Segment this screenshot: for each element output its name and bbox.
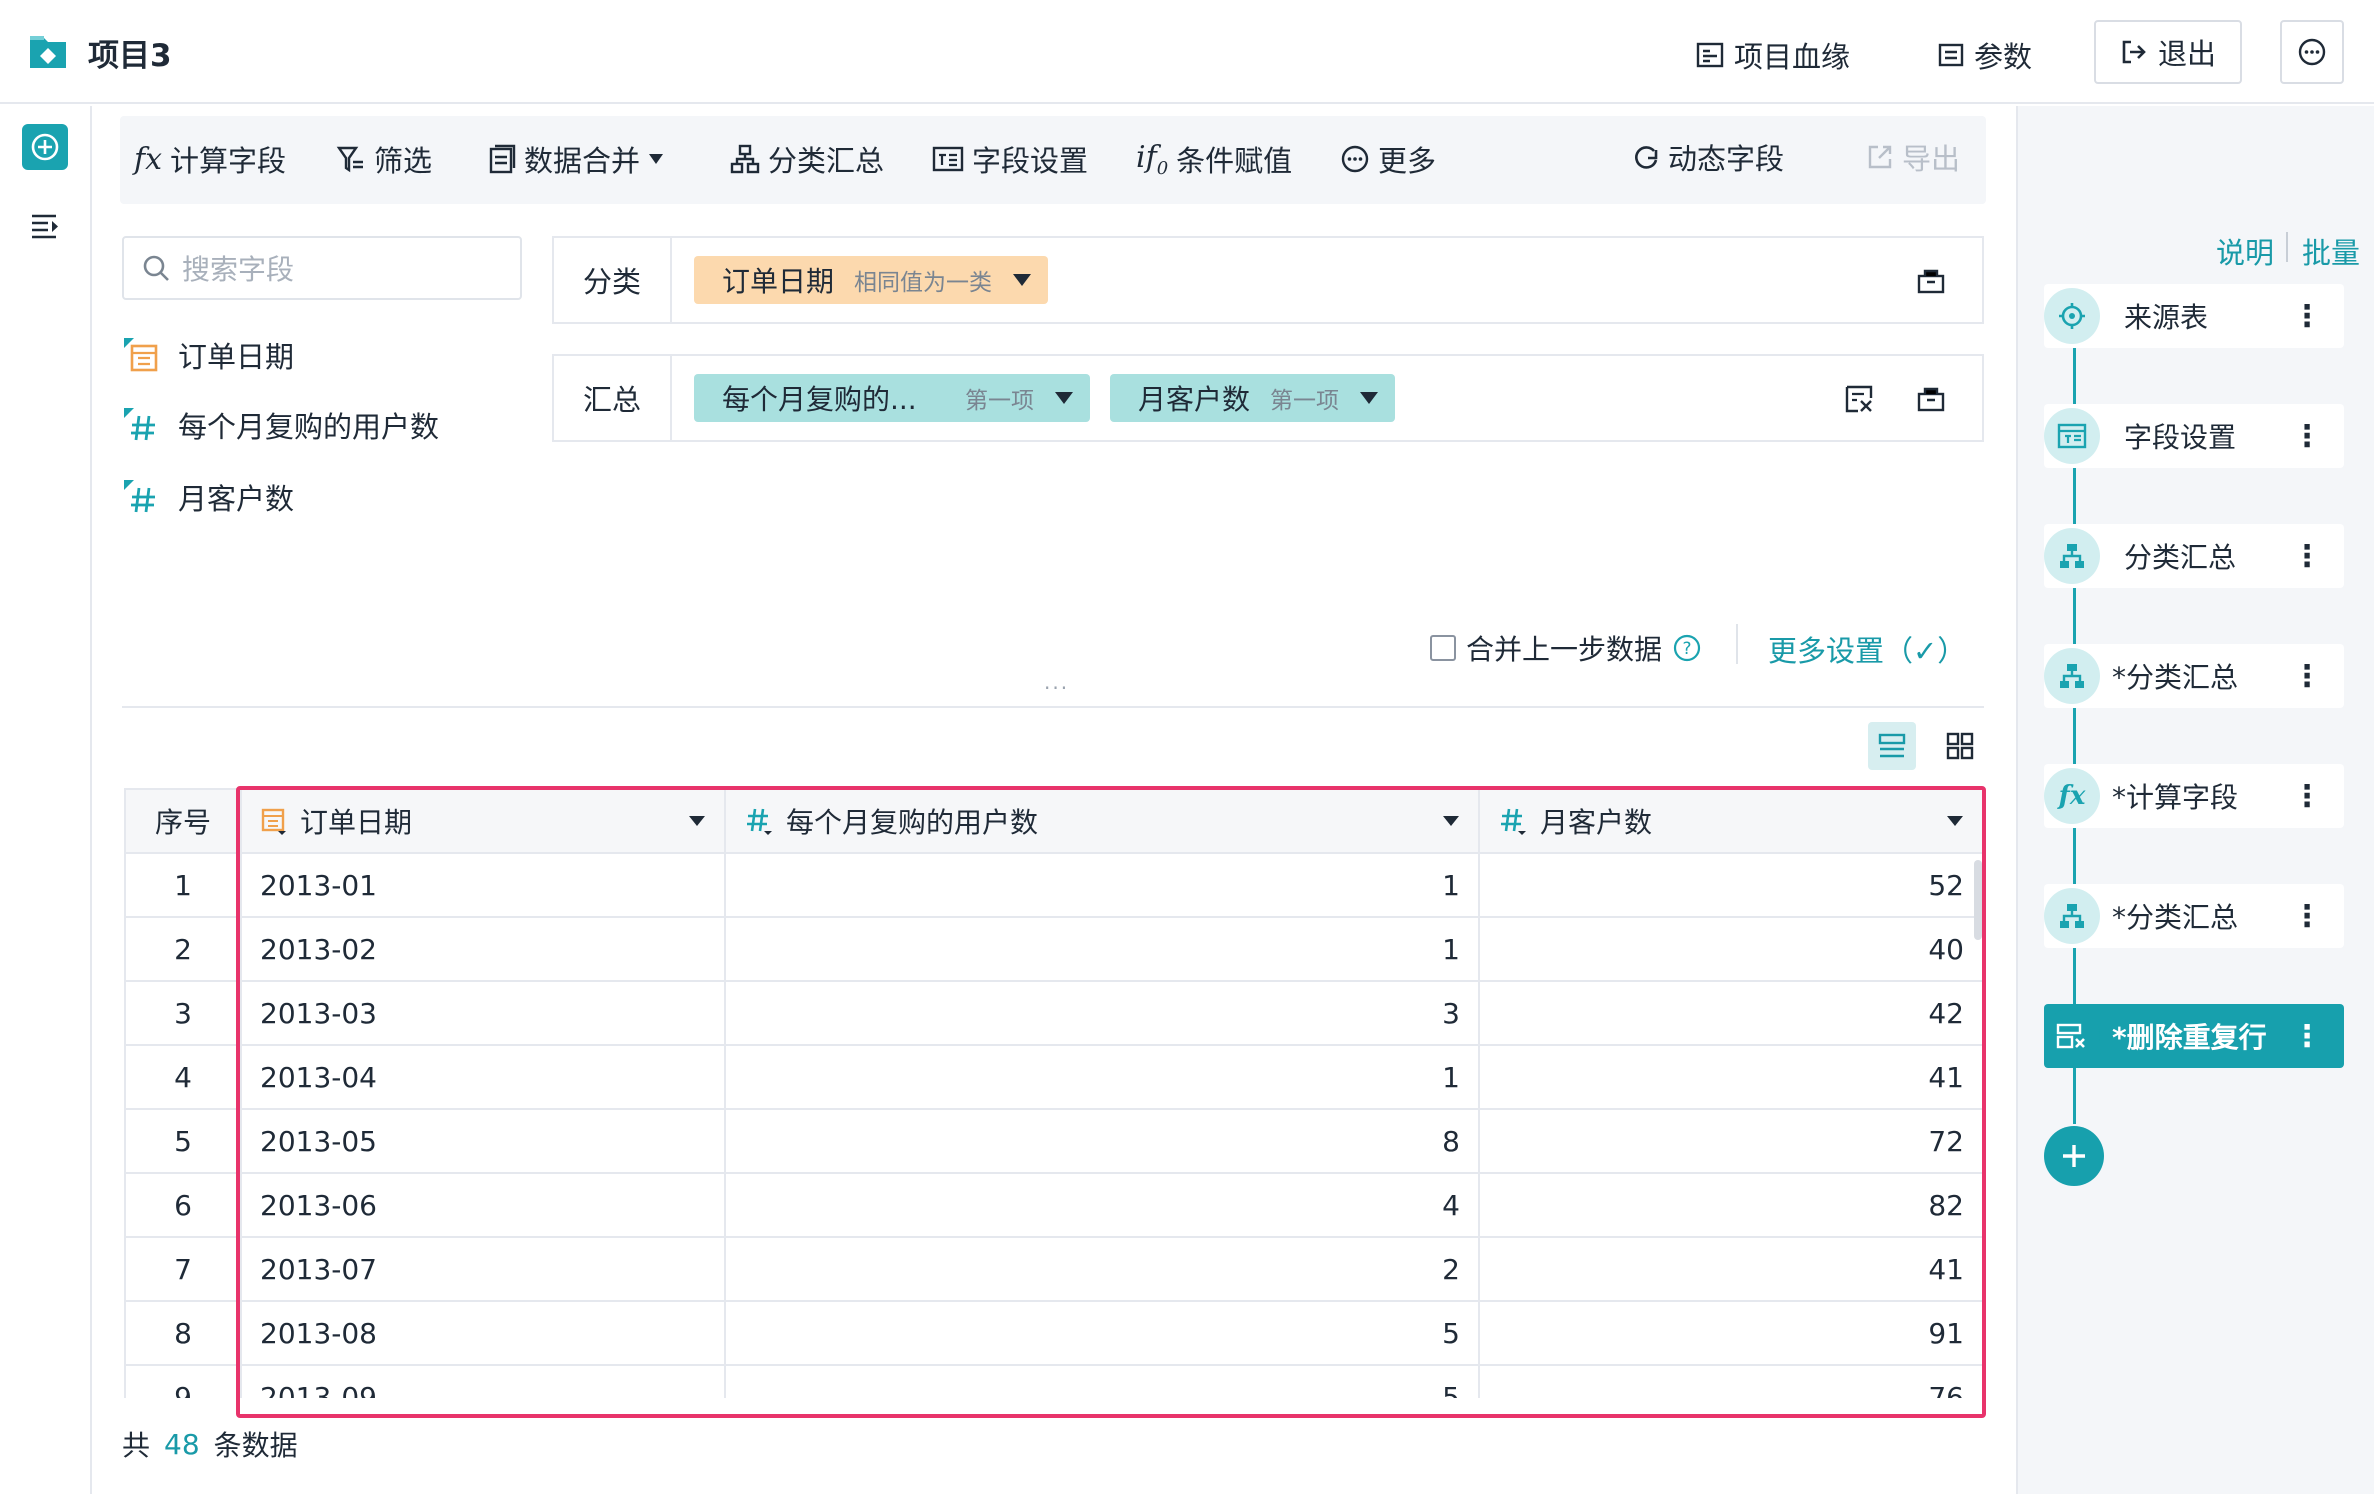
section-divider (122, 706, 1984, 708)
header-index: 序号 (124, 788, 242, 854)
lineage-button[interactable]: 项目血缘 (1696, 34, 1850, 76)
more-tools-button[interactable]: 更多 (1340, 138, 1436, 180)
caret-down-icon[interactable] (1359, 391, 1379, 405)
step-menu-icon[interactable]: ⋮ (2292, 299, 2322, 334)
field-search-input[interactable]: 搜索字段 (122, 236, 522, 300)
dynamic-field-button[interactable]: 动态字段 (1632, 136, 1784, 178)
number-field-icon (122, 478, 160, 516)
refresh-icon (1632, 142, 1660, 172)
summary-chip-monthly-customers[interactable]: 月客户数 第一项 (1110, 374, 1396, 422)
fx-icon: fx (134, 141, 163, 177)
group-chip-order-date[interactable]: 订单日期 相同值为一类 (694, 256, 1049, 304)
step-calc-field[interactable]: fx *计算字段 ⋮ (2044, 764, 2344, 828)
dedupe-icon (2044, 1008, 2100, 1064)
field-settings-icon (932, 145, 964, 173)
explain-link[interactable]: 说明 (2216, 230, 2274, 272)
export-icon (1866, 143, 1894, 171)
source-icon (2044, 288, 2100, 344)
resize-handle[interactable]: ··· (1044, 676, 1069, 700)
group-icon (2044, 528, 2100, 584)
number-field-icon (122, 406, 160, 444)
calc-field-button[interactable]: fx 计算字段 (134, 138, 286, 180)
outline-toggle-icon[interactable] (30, 212, 60, 240)
left-rail (0, 106, 92, 1494)
field-settings-button[interactable]: 字段设置 (932, 138, 1088, 180)
export-button[interactable]: 导出 (1866, 136, 1960, 178)
plus-icon (2060, 1142, 2088, 1170)
caret-down-icon[interactable] (1012, 273, 1032, 287)
project-title: 项目3 (88, 38, 172, 74)
summary-chip-repurchase[interactable]: 每个月复购的... 第一项 (694, 374, 1090, 422)
summary-settings-icon[interactable] (1844, 384, 1874, 414)
merge-data-button[interactable]: 数据合并 (488, 138, 664, 180)
summary-config-box: 汇总 每个月复购的... 第一项 月客户数 第一项 (552, 354, 1984, 442)
more-settings-link[interactable]: 更多设置（✓） (1768, 628, 1966, 670)
group-icon (2044, 648, 2100, 704)
steps-connector (2073, 1064, 2076, 1124)
conditional-assign-button[interactable]: if0 条件赋值 (1136, 138, 1292, 180)
help-icon[interactable]: ? (1672, 633, 1702, 663)
step-menu-icon[interactable]: ⋮ (2292, 1019, 2322, 1054)
lineage-icon (1696, 41, 1724, 69)
app-logo-icon (26, 32, 70, 72)
hierarchy-icon (730, 144, 760, 174)
list-view-toggle[interactable] (1868, 722, 1916, 770)
highlight-frame (236, 786, 1986, 1418)
row-count: 共 48 条数据 (122, 1427, 298, 1463)
group-icon (2044, 888, 2100, 944)
divider (1736, 624, 1738, 664)
step-menu-icon[interactable]: ⋮ (2292, 419, 2322, 454)
date-field-icon (122, 336, 160, 374)
params-button[interactable]: 参数 (1938, 34, 2032, 76)
checkbox-icon[interactable] (1430, 635, 1456, 661)
step-group-summary-1[interactable]: 分类汇总 ⋮ (2044, 524, 2344, 588)
merge-icon (488, 144, 516, 174)
step-group-summary-3[interactable]: *分类汇总 ⋮ (2044, 884, 2344, 948)
step-source-table[interactable]: 来源表 ⋮ (2044, 284, 2344, 348)
list-view-icon (1878, 733, 1906, 759)
group-config-box: 分类 订单日期 相同值为一类 (552, 236, 1984, 324)
batch-link[interactable]: 批量 (2302, 230, 2360, 272)
clear-summary-icon[interactable] (1916, 384, 1946, 414)
step-menu-icon[interactable]: ⋮ (2292, 899, 2322, 934)
group-dropzone[interactable]: 订单日期 相同值为一类 (672, 238, 1982, 322)
add-step-button[interactable] (22, 124, 68, 170)
summary-label: 汇总 (554, 356, 672, 440)
filter-icon (336, 144, 366, 174)
plus-circle-icon (30, 132, 60, 162)
step-menu-icon[interactable]: ⋮ (2292, 659, 2322, 694)
step-menu-icon[interactable]: ⋮ (2292, 539, 2322, 574)
step-field-settings[interactable]: 字段设置 ⋮ (2044, 404, 2344, 468)
params-icon (1938, 42, 1964, 68)
exit-icon (2120, 38, 2148, 66)
grid-view-toggle[interactable] (1936, 722, 1984, 770)
step-menu-icon[interactable]: ⋮ (2292, 779, 2322, 814)
summary-dropzone[interactable]: 每个月复购的... 第一项 月客户数 第一项 (672, 356, 1982, 440)
group-summary-button[interactable]: 分类汇总 (730, 138, 884, 180)
merge-prev-checkbox[interactable]: 合并上一步数据 ? (1430, 628, 1702, 668)
step-group-summary-2[interactable]: *分类汇总 ⋮ (2044, 644, 2344, 708)
ellipsis-circle-icon (1340, 144, 1370, 174)
fx-icon: fx (2044, 768, 2100, 824)
svg-text:?: ? (1683, 639, 1692, 659)
field-item-order-date[interactable]: 订单日期 (122, 334, 294, 376)
field-item-monthly-customers[interactable]: 月客户数 (122, 476, 294, 518)
field-item-repurchase-users[interactable]: 每个月复购的用户数 (122, 404, 439, 446)
search-icon (142, 254, 170, 282)
ellipsis-circle-icon (2297, 37, 2327, 67)
filter-button[interactable]: 筛选 (336, 138, 432, 180)
if-icon: if0 (1136, 139, 1169, 179)
caret-down-icon[interactable] (1054, 391, 1074, 405)
field-settings-icon (2044, 408, 2100, 464)
caret-down-icon (648, 153, 664, 165)
step-remove-duplicates[interactable]: *删除重复行 ⋮ (2044, 1004, 2344, 1068)
more-options-button[interactable] (2280, 20, 2344, 84)
clear-group-icon[interactable] (1916, 266, 1946, 296)
exit-button[interactable]: 退出 (2094, 20, 2242, 84)
add-step-circle-button[interactable] (2044, 1126, 2104, 1186)
group-label: 分类 (554, 238, 672, 322)
grid-view-icon (1946, 732, 1974, 760)
divider (2286, 232, 2288, 262)
